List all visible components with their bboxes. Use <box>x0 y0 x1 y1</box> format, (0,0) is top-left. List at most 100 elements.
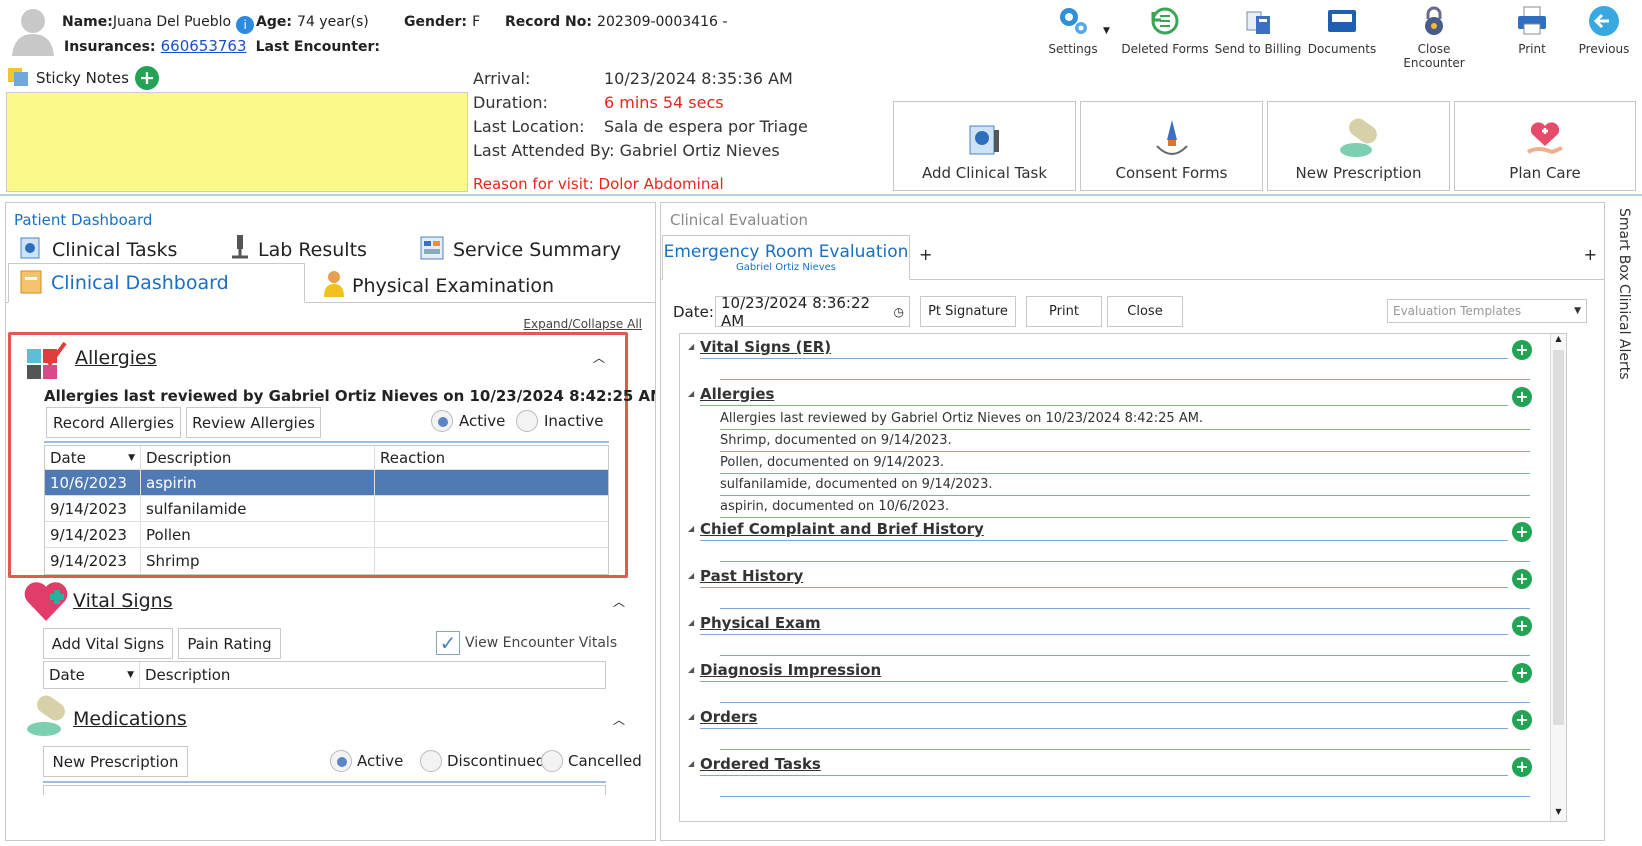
send-to-billing-button[interactable]: Send to Billing <box>1214 4 1302 60</box>
medications-title[interactable]: Medications <box>73 708 187 730</box>
tab-clinical-tasks[interactable]: Clinical Tasks <box>18 233 177 266</box>
collapse-triangle-icon[interactable]: ◢ <box>688 342 694 351</box>
table-row[interactable]: 10/6/2023 aspirin <box>45 470 608 496</box>
consent-forms-button[interactable]: Consent Forms <box>1080 101 1263 191</box>
deleted-forms-button[interactable]: Deleted Forms <box>1120 4 1210 60</box>
view-encounter-vitals-checkbox[interactable]: ✓ View Encounter Vitals <box>436 631 617 655</box>
eval-close-button[interactable]: Close <box>1107 296 1183 327</box>
meds-cancelled-radio[interactable]: Cancelled <box>541 750 642 772</box>
table-row[interactable]: 9/14/2023 Shrimp <box>45 548 608 574</box>
pain-rating-button[interactable]: Pain Rating <box>178 628 281 659</box>
evaluation-templates-dropdown[interactable]: Evaluation Templates ▼ <box>1387 299 1587 323</box>
collapse-triangle-icon[interactable]: ◢ <box>688 618 694 627</box>
vital-signs-table: Date ▼ Description <box>43 661 606 689</box>
print-button[interactable]: Print <box>1492 4 1572 60</box>
expand-collapse-all-link[interactable]: Expand/Collapse All <box>523 317 642 331</box>
vertical-scrollbar[interactable]: ▲ ▼ <box>1550 334 1566 821</box>
chevron-down-icon: ▼ <box>1574 306 1581 316</box>
tab-clinical-dashboard[interactable]: Clinical Dashboard <box>8 263 305 303</box>
eval-section-title[interactable]: Diagnosis Impression <box>700 661 881 679</box>
medications-divider <box>43 781 606 783</box>
printer-icon <box>1515 4 1549 38</box>
allergies-active-radio[interactable]: Active <box>431 410 505 432</box>
add-vital-signs-button[interactable]: Add Vital Signs <box>43 628 173 659</box>
table-row[interactable]: 9/14/2023 Pollen <box>45 522 608 548</box>
add-tab-right-button[interactable]: + <box>1584 245 1597 264</box>
duration: 6 mins 54 secs <box>604 93 724 112</box>
allergies-reviewed-text: Allergies last reviewed by Gabriel Ortiz… <box>44 387 656 405</box>
sticky-note-area[interactable] <box>6 92 468 192</box>
vitals-description-column-header[interactable]: Description <box>140 662 605 688</box>
section-content-line <box>720 749 1530 750</box>
collapse-triangle-icon[interactable]: ◢ <box>688 665 694 674</box>
evaluation-date-input[interactable]: 10/23/2024 8:36:22 AM ◷ <box>715 294 910 330</box>
settings-button[interactable]: Settings <box>1033 4 1113 60</box>
close-encounter-button[interactable]: Close Encounter <box>1386 4 1482 70</box>
tab-physical-examination[interactable]: Physical Examination <box>322 269 554 302</box>
record-allergies-button[interactable]: Record Allergies <box>46 407 181 438</box>
eval-section-title[interactable]: Chief Complaint and Brief History <box>700 520 984 538</box>
scroll-thumb[interactable] <box>1553 350 1564 725</box>
add-section-item-button[interactable]: + <box>1512 569 1532 589</box>
reaction-column-header[interactable]: Reaction <box>375 446 608 469</box>
add-sticky-note-button[interactable]: + <box>134 66 159 90</box>
side-tab-smart-box[interactable]: Smart Box <box>1610 208 1634 281</box>
add-tab-button[interactable]: + <box>919 245 932 264</box>
previous-button[interactable]: Previous <box>1568 4 1640 60</box>
collapse-triangle-icon[interactable]: ◢ <box>688 571 694 580</box>
side-tab-clinical-alerts[interactable]: Clinical Alerts <box>1610 284 1634 380</box>
table-row[interactable]: 9/14/2023 sulfanilamide <box>45 496 608 522</box>
collapse-triangle-icon[interactable]: ◢ <box>688 524 694 533</box>
scroll-up-icon[interactable]: ▲ <box>1551 334 1566 348</box>
microscope-icon <box>228 233 252 266</box>
add-clinical-task-button[interactable]: Add Clinical Task <box>893 101 1076 191</box>
info-icon[interactable]: i <box>236 16 255 34</box>
eval-section-title[interactable]: Vital Signs (ER) <box>700 338 831 356</box>
allergies-inactive-radio[interactable]: Inactive <box>516 410 604 432</box>
calendar-clock-icon[interactable]: ◷ <box>894 305 904 319</box>
medications-table <box>43 785 606 795</box>
documents-button[interactable]: Documents <box>1302 4 1382 60</box>
description-column-header[interactable]: Description <box>141 446 375 469</box>
collapse-triangle-icon[interactable]: ◢ <box>688 759 694 768</box>
note-underline <box>720 429 1530 430</box>
vital-signs-collapse-icon[interactable]: ︿ <box>613 593 625 610</box>
tab-lab-results[interactable]: Lab Results <box>228 233 367 266</box>
tab-service-summary[interactable]: Service Summary <box>419 233 621 266</box>
eval-print-button[interactable]: Print <box>1026 296 1102 327</box>
new-prescription-med-button[interactable]: New Prescription <box>43 746 188 777</box>
add-section-item-button[interactable]: + <box>1512 340 1532 360</box>
add-section-item-button[interactable]: + <box>1512 663 1532 683</box>
collapse-triangle-icon[interactable]: ◢ <box>688 389 694 398</box>
eval-section-title[interactable]: Ordered Tasks <box>700 755 821 773</box>
section-content-line <box>720 608 1530 609</box>
add-section-item-button[interactable]: + <box>1512 387 1532 407</box>
scroll-down-icon[interactable]: ▼ <box>1551 807 1566 821</box>
eval-section-title[interactable]: Past History <box>700 567 803 585</box>
meds-discontinued-radio[interactable]: Discontinued <box>420 750 545 772</box>
add-section-item-button[interactable]: + <box>1512 757 1532 777</box>
eval-section-title[interactable]: Physical Exam <box>700 614 821 632</box>
plan-care-button[interactable]: Plan Care <box>1454 101 1636 191</box>
eval-section-title[interactable]: Allergies <box>700 385 774 403</box>
allergy-note: aspirin, documented on 10/6/2023. <box>720 499 950 514</box>
collapse-triangle-icon[interactable]: ◢ <box>688 712 694 721</box>
meds-active-radio[interactable]: Active <box>330 750 403 772</box>
section-underline <box>700 587 1508 588</box>
vital-signs-title[interactable]: Vital Signs <box>73 590 173 612</box>
add-section-item-button[interactable]: + <box>1512 522 1532 542</box>
vitals-date-column-header[interactable]: Date ▼ <box>44 662 140 688</box>
eval-section-title[interactable]: Orders <box>700 708 757 726</box>
date-column-header[interactable]: Date ▼ <box>45 446 141 469</box>
new-prescription-button[interactable]: New Prescription <box>1267 101 1450 191</box>
add-section-item-button[interactable]: + <box>1512 710 1532 730</box>
settings-dropdown-icon[interactable]: ▼ <box>1103 26 1110 36</box>
allergies-collapse-icon[interactable]: ︿ <box>593 349 605 366</box>
insurance-link[interactable]: 660653763 <box>161 37 247 55</box>
add-section-item-button[interactable]: + <box>1512 616 1532 636</box>
tab-emergency-room-evaluation[interactable]: Emergency Room Evaluation Gabriel Ortiz … <box>662 235 910 280</box>
pt-signature-button[interactable]: Pt Signature <box>920 296 1016 327</box>
medications-collapse-icon[interactable]: ︿ <box>613 711 625 728</box>
review-allergies-button[interactable]: Review Allergies <box>186 407 321 438</box>
allergies-title[interactable]: Allergies <box>75 347 157 369</box>
